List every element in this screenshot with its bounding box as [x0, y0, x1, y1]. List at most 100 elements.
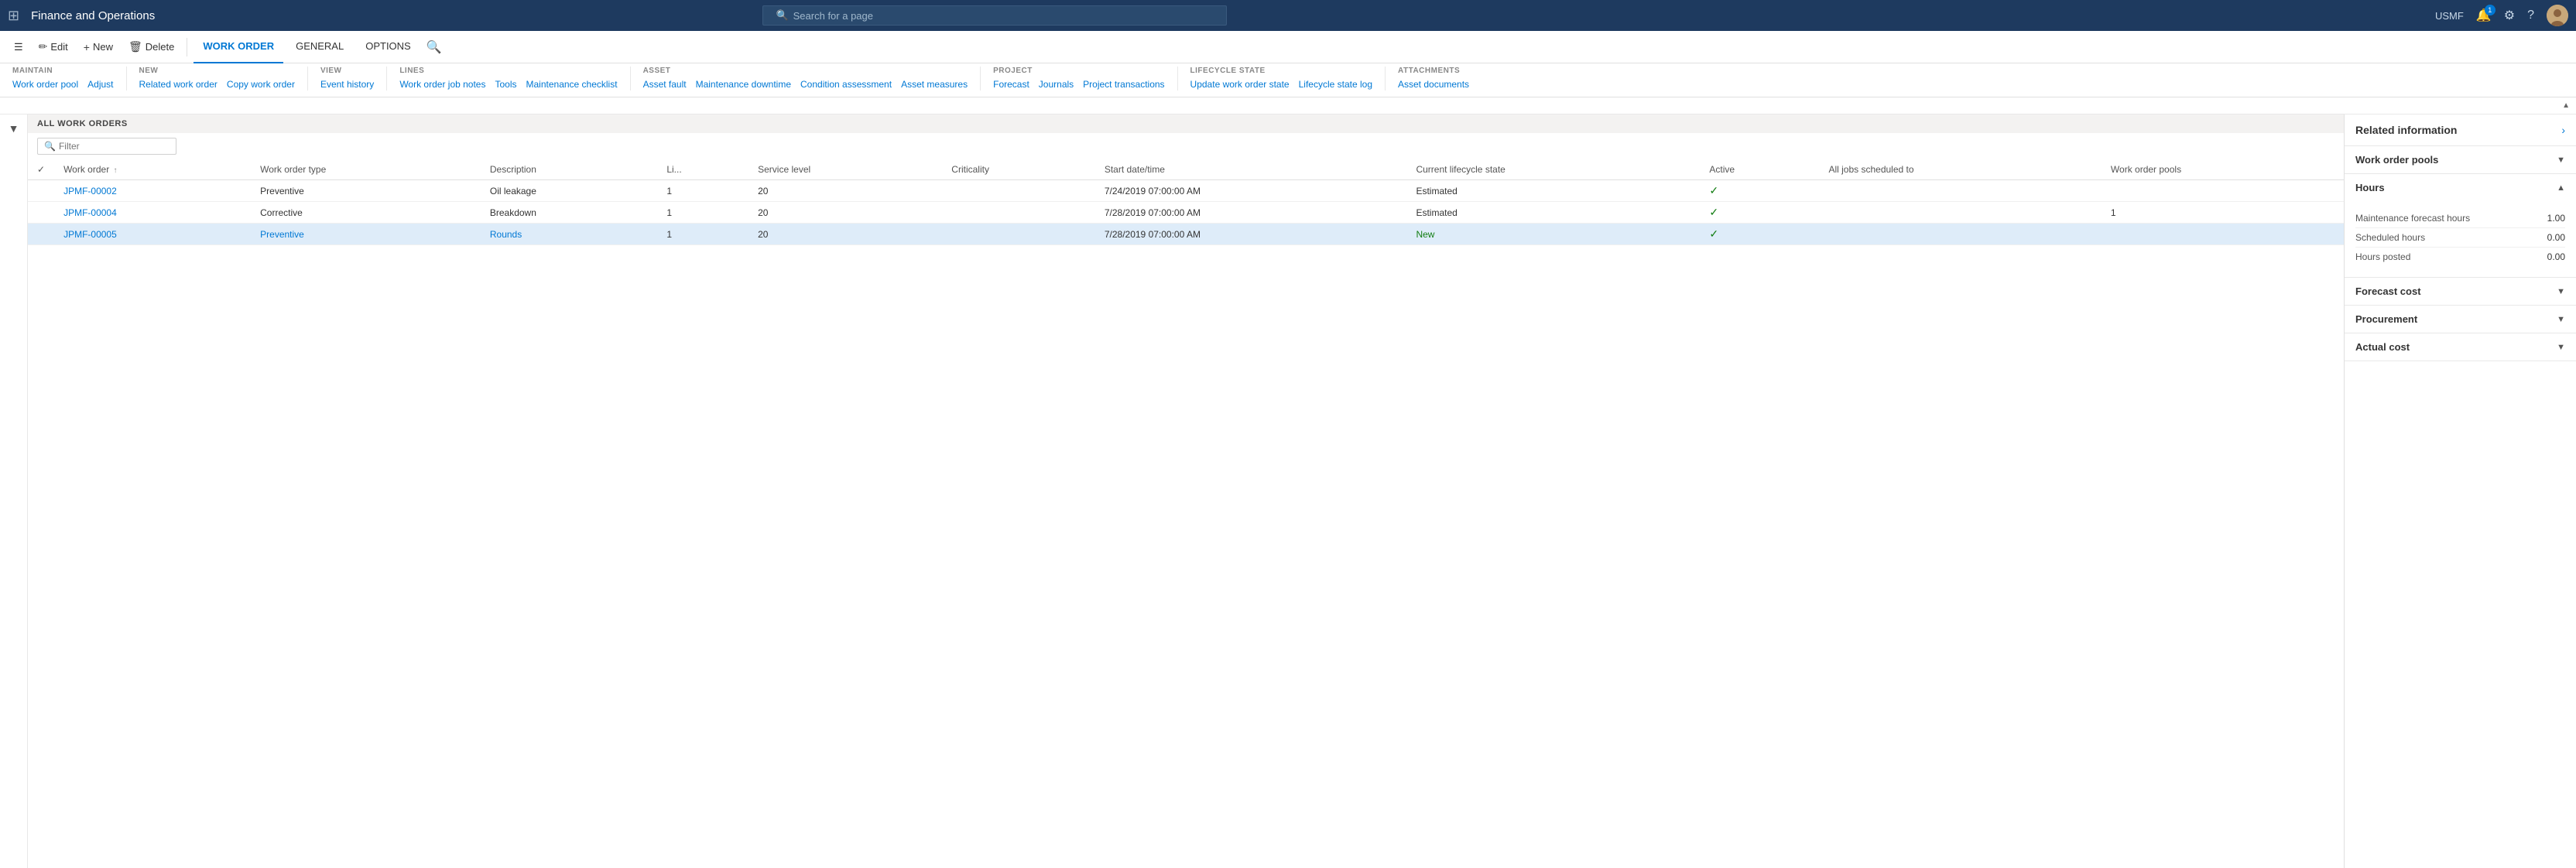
- delete-button[interactable]: 🗑 Delete: [122, 37, 180, 56]
- hamburger-menu[interactable]: ☰: [8, 38, 29, 56]
- row-lifecycle-state: New: [1406, 224, 1700, 245]
- accordion-section-hours: Hours ▲ Maintenance forecast hours 1.00 …: [2345, 174, 2576, 278]
- ribbon-item-asset-documents[interactable]: Asset documents: [1398, 78, 1469, 91]
- accordion-header-work-order-pools[interactable]: Work order pools ▼: [2345, 146, 2576, 173]
- row-checkbox[interactable]: [28, 202, 54, 224]
- ribbon-item-tools[interactable]: Tools: [495, 78, 516, 91]
- accordion-header-procurement[interactable]: Procurement ▼: [2345, 306, 2576, 333]
- row-li: 1: [657, 202, 748, 224]
- tab-general[interactable]: GENERAL: [286, 31, 353, 63]
- ribbon-item-copy-work-order[interactable]: Copy work order: [227, 78, 295, 91]
- right-panel-expand-icon[interactable]: ›: [2561, 124, 2565, 136]
- ribbon-group-title-asset: ASSET: [643, 67, 968, 75]
- table-row[interactable]: JPMF-00005 Preventive Rounds 1 20 7/28/2…: [28, 224, 2344, 245]
- accordion-header-actual-cost[interactable]: Actual cost ▼: [2345, 333, 2576, 361]
- search-placeholder: Search for a page: [793, 10, 873, 22]
- add-icon: +: [84, 41, 90, 53]
- hours-label: Hours posted: [2355, 251, 2410, 262]
- ribbon-group-title-project: PROJECT: [993, 67, 1164, 75]
- right-panel: Related information › Work order pools ▼…: [2344, 114, 2576, 868]
- collapse-arrow-icon[interactable]: ▲: [2562, 101, 2570, 110]
- main-layout: ▼ ALL WORK ORDERS 🔍 ✓ Work order ↑ Work …: [0, 114, 2576, 868]
- col-jobs-scheduled[interactable]: All jobs scheduled to: [1819, 159, 2101, 180]
- row-criticality: [942, 202, 1095, 224]
- sidebar-filter: ▼: [0, 114, 28, 868]
- tab-work-order[interactable]: WORK ORDER: [194, 31, 283, 63]
- col-work-order[interactable]: Work order ↑: [54, 159, 251, 180]
- grid-icon[interactable]: ⊞: [8, 8, 19, 24]
- ribbon-item-adjust[interactable]: Adjust: [87, 78, 113, 91]
- col-li[interactable]: Li...: [657, 159, 748, 180]
- row-pools: 1: [2102, 202, 2344, 224]
- accordion-title-forecast-cost: Forecast cost: [2355, 285, 2421, 297]
- row-active: ✓: [1700, 224, 1819, 245]
- row-checkbox[interactable]: [28, 224, 54, 245]
- avatar[interactable]: [2547, 5, 2568, 26]
- col-active[interactable]: Active: [1700, 159, 1819, 180]
- row-pools: [2102, 224, 2344, 245]
- row-description: Oil leakage: [481, 180, 657, 202]
- notification-icon[interactable]: 🔔1: [2476, 8, 2492, 23]
- accordion-container: Work order pools ▼ Hours ▲ Maintenance f…: [2345, 146, 2576, 361]
- accordion-header-forecast-cost[interactable]: Forecast cost ▼: [2345, 278, 2576, 305]
- ribbon-group-attachments: ATTACHMENTS Asset documents: [1386, 67, 1482, 91]
- row-type: Preventive: [251, 224, 481, 245]
- delete-icon: 🗑: [128, 40, 142, 53]
- table-row[interactable]: JPMF-00004 Corrective Breakdown 1 20 7/2…: [28, 202, 2344, 224]
- filter-input[interactable]: [59, 141, 170, 152]
- ribbon-item-condition-assessment[interactable]: Condition assessment: [800, 78, 892, 91]
- ribbon-item-work-order-pool[interactable]: Work order pool: [12, 78, 78, 91]
- ribbon-item-maintenance-checklist[interactable]: Maintenance checklist: [526, 78, 618, 91]
- col-type[interactable]: Work order type: [251, 159, 481, 180]
- tab-options[interactable]: OPTIONS: [356, 31, 420, 63]
- work-orders-table: ✓ Work order ↑ Work order type Descripti…: [28, 159, 2344, 245]
- collapse-bar: ▲: [0, 97, 2576, 114]
- ribbon-item-asset-measures[interactable]: Asset measures: [901, 78, 968, 91]
- hours-row-hours-posted: Hours posted 0.00: [2355, 248, 2565, 266]
- table-row[interactable]: JPMF-00002 Preventive Oil leakage 1 20 7…: [28, 180, 2344, 202]
- ribbon-group-maintain: MAINTAINWork order poolAdjust: [0, 67, 127, 91]
- ribbon-item-project-transactions[interactable]: Project transactions: [1083, 78, 1164, 91]
- filter-icon[interactable]: ▼: [9, 122, 19, 135]
- row-jobs-scheduled: [1819, 202, 2101, 224]
- ribbon-item-asset-fault[interactable]: Asset fault: [643, 78, 687, 91]
- ribbon-group-title-attachments: ATTACHMENTS: [1398, 67, 1469, 75]
- table-wrapper: ✓ Work order ↑ Work order type Descripti…: [28, 159, 2344, 868]
- hours-value: 1.00: [2547, 213, 2565, 224]
- accordion-section-procurement: Procurement ▼: [2345, 306, 2576, 333]
- ribbon-group-lines: LINESWork order job notesToolsMaintenanc…: [387, 67, 630, 91]
- ribbon-item-forecast[interactable]: Forecast: [993, 78, 1029, 91]
- help-icon[interactable]: ?: [2527, 9, 2534, 22]
- row-type: Corrective: [251, 202, 481, 224]
- toolbar-search-icon[interactable]: 🔍: [426, 39, 442, 55]
- ribbon-item-maintenance-downtime[interactable]: Maintenance downtime: [696, 78, 791, 91]
- ribbon-item-work-order-job-notes[interactable]: Work order job notes: [399, 78, 485, 91]
- ribbon-item-lifecycle-state-log[interactable]: Lifecycle state log: [1299, 78, 1372, 91]
- col-check: ✓: [28, 159, 54, 180]
- row-id[interactable]: JPMF-00005: [54, 224, 251, 245]
- row-id[interactable]: JPMF-00004: [54, 202, 251, 224]
- row-checkbox[interactable]: [28, 180, 54, 202]
- col-start-datetime[interactable]: Start date/time: [1095, 159, 1407, 180]
- ribbon-item-related-work-order[interactable]: Related work order: [139, 78, 218, 91]
- row-id[interactable]: JPMF-00002: [54, 180, 251, 202]
- ribbon-item-update-work-order-state[interactable]: Update work order state: [1190, 78, 1290, 91]
- ribbon-group-new: NEWRelated work orderCopy work order: [127, 67, 308, 91]
- col-pools[interactable]: Work order pools: [2102, 159, 2344, 180]
- settings-icon[interactable]: ⚙: [2504, 8, 2515, 23]
- hours-value: 0.00: [2547, 251, 2565, 262]
- col-service-level[interactable]: Service level: [748, 159, 942, 180]
- ribbon-item-journals[interactable]: Journals: [1039, 78, 1074, 91]
- search-bar[interactable]: 🔍 Search for a page: [762, 5, 1227, 26]
- col-lifecycle-state[interactable]: Current lifecycle state: [1406, 159, 1700, 180]
- accordion-header-hours[interactable]: Hours ▲: [2345, 174, 2576, 201]
- col-description[interactable]: Description: [481, 159, 657, 180]
- new-button[interactable]: + New: [77, 38, 119, 56]
- edit-button[interactable]: ✏ Edit: [33, 37, 74, 56]
- accordion-title-hours: Hours: [2355, 182, 2385, 193]
- accordion-title-actual-cost: Actual cost: [2355, 341, 2410, 353]
- ribbon-item-event-history[interactable]: Event history: [320, 78, 374, 91]
- section-header: ALL WORK ORDERS: [28, 114, 2344, 133]
- row-criticality: [942, 180, 1095, 202]
- col-criticality[interactable]: Criticality: [942, 159, 1095, 180]
